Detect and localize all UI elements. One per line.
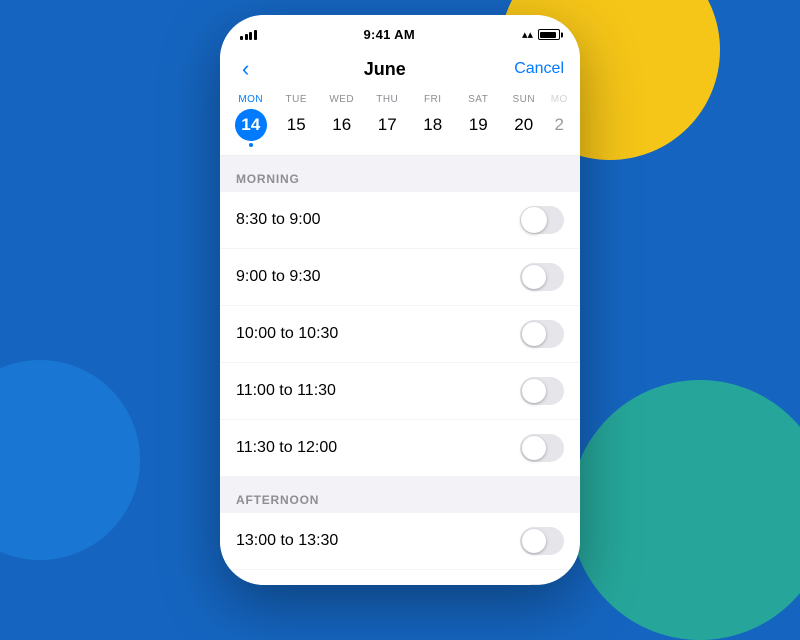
signal-bar-2 bbox=[245, 34, 248, 40]
status-bar: 9:41 AM ▴▴ bbox=[220, 15, 580, 48]
slot-1300-1330-label: 13:00 to 13:30 bbox=[236, 532, 338, 550]
day-number-sat: 19 bbox=[462, 109, 494, 141]
slot-1130-1200-toggle[interactable] bbox=[520, 434, 564, 462]
bg-blob-blue-left bbox=[0, 360, 140, 560]
day-dot-mon bbox=[249, 143, 253, 147]
day-cell-tue[interactable]: TUE 15 bbox=[276, 94, 316, 147]
battery-icon bbox=[538, 29, 560, 40]
toggle-thumb bbox=[521, 207, 547, 233]
wifi-icon: ▴▴ bbox=[522, 28, 533, 41]
slot-1330-1400-toggle[interactable] bbox=[520, 584, 564, 585]
month-title: June bbox=[364, 59, 406, 80]
toggle-thumb-3 bbox=[522, 322, 546, 346]
day-number-thu: 17 bbox=[371, 109, 403, 141]
day-name-fri: FRI bbox=[424, 94, 442, 105]
day-number-fri: 18 bbox=[417, 109, 449, 141]
slot-1130-1200[interactable]: 11:30 to 12:00 bbox=[220, 420, 580, 476]
day-cell-mon2[interactable]: MO 2 bbox=[549, 94, 569, 147]
slot-830-900-label: 8:30 to 9:00 bbox=[236, 211, 321, 229]
toggle-thumb-6 bbox=[522, 529, 546, 553]
signal-bar-3 bbox=[249, 32, 252, 40]
day-name-wed: WED bbox=[329, 94, 354, 105]
day-name-thu: THU bbox=[376, 94, 398, 105]
day-name-mon2: MO bbox=[551, 94, 568, 105]
battery-fill bbox=[540, 32, 555, 38]
day-number-sun: 20 bbox=[508, 109, 540, 141]
phone-frame: 9:41 AM ▴▴ ‹ June Cancel MON 14 TUE 15 W… bbox=[220, 15, 580, 585]
cancel-button[interactable]: Cancel bbox=[514, 60, 564, 78]
slot-900-930-label: 9:00 to 9:30 bbox=[236, 268, 321, 286]
slot-1000-1030-label: 10:00 to 10:30 bbox=[236, 325, 338, 343]
toggle-thumb-5 bbox=[522, 436, 546, 460]
day-name-mon: MON bbox=[238, 94, 263, 105]
slot-1000-1030[interactable]: 10:00 to 10:30 bbox=[220, 306, 580, 362]
slot-1100-1130-toggle[interactable] bbox=[520, 377, 564, 405]
day-number-mon2: 2 bbox=[549, 109, 569, 141]
day-name-sun: SUN bbox=[512, 94, 535, 105]
slot-900-930[interactable]: 9:00 to 9:30 bbox=[220, 249, 580, 305]
day-name-sat: SAT bbox=[468, 94, 488, 105]
afternoon-section-header: AFTERNOON bbox=[220, 477, 580, 513]
app-header: ‹ June Cancel bbox=[220, 48, 580, 90]
toggle-thumb-4 bbox=[522, 379, 546, 403]
day-cell-sun[interactable]: SUN 20 bbox=[504, 94, 544, 147]
back-button[interactable]: ‹ bbox=[236, 56, 255, 82]
day-number-wed: 16 bbox=[326, 109, 358, 141]
slot-900-930-toggle[interactable] bbox=[520, 263, 564, 291]
slot-1100-1130-label: 11:00 to 11:30 bbox=[236, 382, 336, 400]
slot-830-900-toggle[interactable] bbox=[520, 206, 564, 234]
slot-1300-1330[interactable]: 13:00 to 13:30 bbox=[220, 513, 580, 569]
slot-830-900[interactable]: 8:30 to 9:00 bbox=[220, 192, 580, 248]
calendar-row: MON 14 TUE 15 WED 16 THU 17 FRI 18 SAT 1… bbox=[220, 90, 580, 156]
signal-icon bbox=[240, 30, 257, 40]
day-name-tue: TUE bbox=[286, 94, 308, 105]
slot-1000-1030-toggle[interactable] bbox=[520, 320, 564, 348]
day-number-mon: 14 bbox=[235, 109, 267, 141]
time-slots-container[interactable]: MORNING 8:30 to 9:00 9:00 to 9:30 10:00 … bbox=[220, 156, 580, 585]
day-cell-thu[interactable]: THU 17 bbox=[367, 94, 407, 147]
day-cell-fri[interactable]: FRI 18 bbox=[413, 94, 453, 147]
day-cell-sat[interactable]: SAT 19 bbox=[458, 94, 498, 147]
slot-1300-1330-toggle[interactable] bbox=[520, 527, 564, 555]
status-icons: ▴▴ bbox=[522, 28, 560, 41]
toggle-thumb-2 bbox=[522, 265, 546, 289]
morning-section-header: MORNING bbox=[220, 156, 580, 192]
day-cell-wed[interactable]: WED 16 bbox=[322, 94, 362, 147]
slot-1330-1400[interactable]: 13:30 to 14:00 bbox=[220, 570, 580, 585]
day-cell-mon[interactable]: MON 14 bbox=[231, 94, 271, 147]
signal-bar-1 bbox=[240, 36, 243, 40]
slot-1130-1200-label: 11:30 to 12:00 bbox=[236, 439, 337, 457]
signal-bar-4 bbox=[254, 30, 257, 40]
day-number-tue: 15 bbox=[280, 109, 312, 141]
bg-blob-green bbox=[570, 380, 800, 640]
slot-1100-1130[interactable]: 11:00 to 11:30 bbox=[220, 363, 580, 419]
status-time: 9:41 AM bbox=[363, 27, 414, 42]
